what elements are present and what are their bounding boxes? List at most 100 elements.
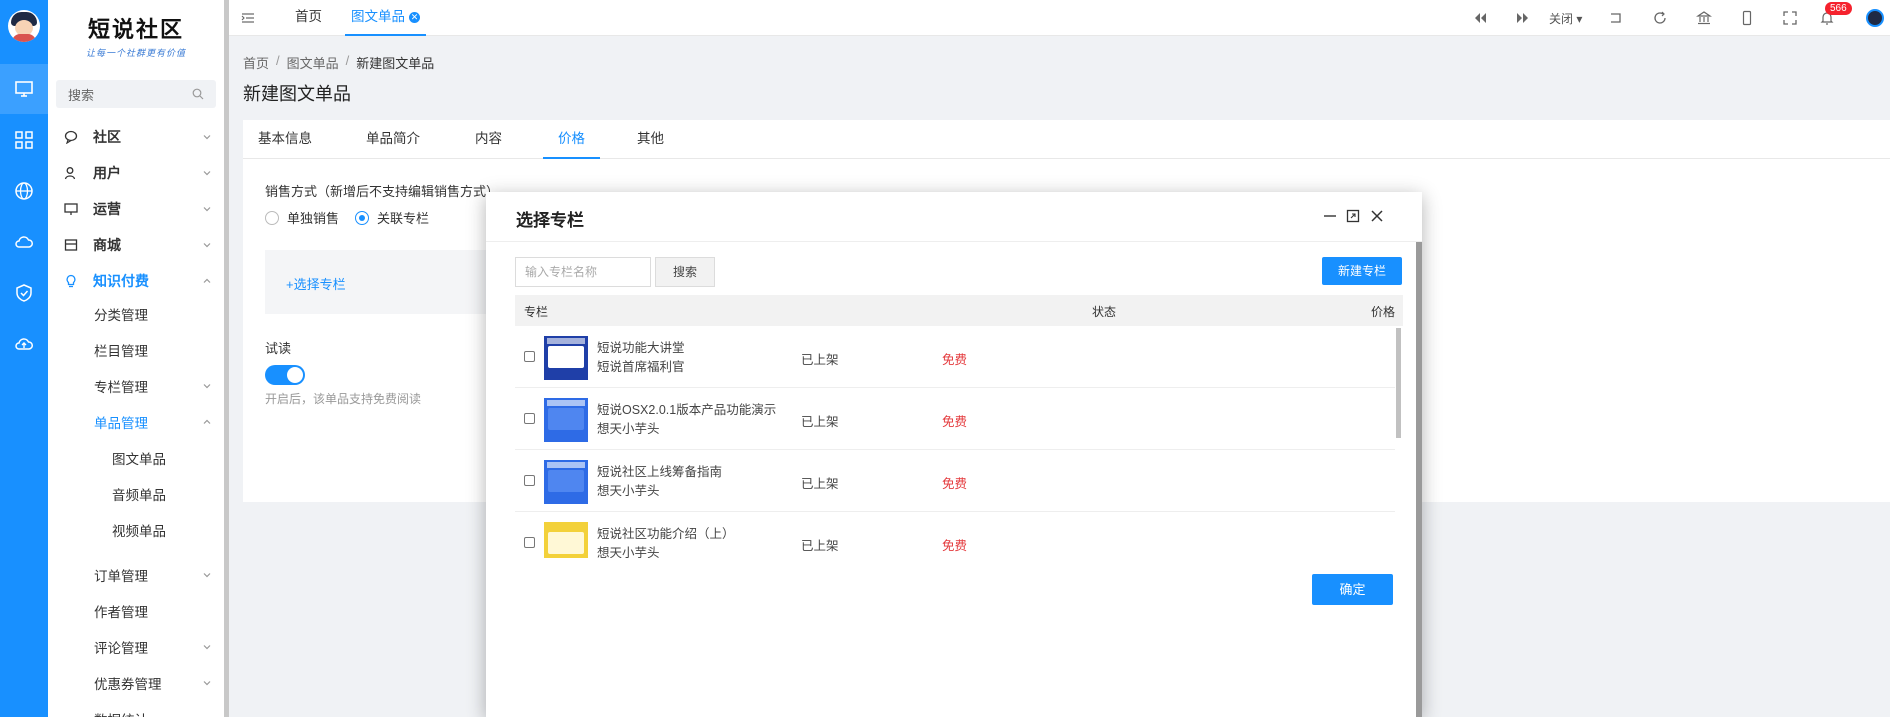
sidebar-item-comments[interactable]: 评论管理: [48, 632, 224, 662]
presentation-icon: [64, 203, 78, 215]
close-tabs-label: 关闭: [1549, 12, 1574, 26]
radio-linked-column[interactable]: 关联专栏: [355, 208, 429, 227]
tab-home[interactable]: 首页: [295, 0, 322, 36]
radio-circle: [355, 210, 369, 225]
table-row[interactable]: 短说功能大讲堂 短说首席福利官 已上架 免费: [515, 326, 1395, 388]
table-row[interactable]: 短说社区上线筹备指南 想天小芋头 已上架 免费: [515, 450, 1395, 512]
tab-close-icon[interactable]: ✕: [409, 11, 420, 23]
sidebar-item-single[interactable]: 单品管理: [48, 407, 224, 437]
row-checkbox[interactable]: [524, 475, 535, 486]
maximize-icon[interactable]: [1346, 209, 1360, 223]
scroll-right-icon[interactable]: [1515, 10, 1531, 26]
tab-intro[interactable]: 单品简介: [366, 120, 420, 159]
sidebar-item-section[interactable]: 栏目管理: [48, 335, 224, 365]
column-author: 想天小芋头: [597, 422, 660, 436]
table-row[interactable]: 短说社区功能介绍（上） 想天小芋头 已上架 免费: [515, 512, 1395, 558]
table-row[interactable]: 短说OSX2.0.1版本产品功能演示 想天小芋头 已上架 免费: [515, 388, 1395, 450]
sidebar-item-coupons[interactable]: 优惠券管理: [48, 668, 224, 698]
sidebar-item-audio[interactable]: 音频单品: [48, 479, 224, 509]
sidebar-item-label: 优惠券管理: [94, 677, 162, 692]
avatar[interactable]: [8, 10, 40, 42]
sale-mode-label: 销售方式（新增后不支持编辑销售方式）: [265, 184, 500, 199]
tab-basic-info[interactable]: 基本信息: [258, 120, 312, 159]
form-tabs: 基本信息 单品简介 内容 价格 其他: [243, 120, 1890, 159]
column-header-column: 专栏: [524, 305, 549, 319]
tab-other[interactable]: 其他: [637, 120, 664, 159]
scroll-left-icon[interactable]: [1472, 10, 1488, 26]
top-bar: 首页 图文单品 ✕ 关闭 ▾ 566: [229, 0, 1890, 36]
grid-icon[interactable]: [0, 115, 48, 165]
sidebar-search-label: 搜索: [68, 87, 95, 103]
dialog-title: 选择专栏: [516, 211, 584, 230]
row-checkbox[interactable]: [524, 537, 535, 548]
brand-slogan: 让每一个社群更有价值: [85, 48, 186, 58]
search-button[interactable]: 搜索: [655, 257, 715, 287]
breadcrumb-article-single[interactable]: 图文单品: [287, 53, 339, 72]
sidebar-item-column[interactable]: 专栏管理: [48, 371, 224, 401]
monitor-icon[interactable]: [0, 64, 48, 114]
sidebar-item-article[interactable]: 图文单品: [48, 443, 224, 473]
close-icon[interactable]: [1370, 209, 1384, 223]
sidebar-item-users[interactable]: 用户: [48, 158, 224, 188]
sidebar-item-authors[interactable]: 作者管理: [48, 596, 224, 626]
fold-menu-icon[interactable]: [241, 11, 255, 25]
column-search-input[interactable]: [515, 257, 651, 287]
fullscreen-icon[interactable]: [1782, 10, 1798, 26]
icon-rail: [0, 0, 48, 717]
mobile-icon[interactable]: [1739, 10, 1755, 26]
minimize-icon[interactable]: [1323, 209, 1337, 223]
new-column-button[interactable]: 新建专栏: [1322, 257, 1402, 285]
sidebar-item-community[interactable]: 社区: [48, 122, 224, 152]
trial-toggle[interactable]: [265, 365, 305, 385]
sidebar-item-video[interactable]: 视频单品: [48, 515, 224, 545]
sidebar-item-orders[interactable]: 订单管理: [48, 560, 224, 590]
confirm-button[interactable]: 确定: [1312, 574, 1393, 605]
close-tabs-dropdown[interactable]: 关闭 ▾: [1549, 10, 1582, 27]
brand-name: 短说社区: [87, 17, 184, 43]
cloud-icon[interactable]: [0, 217, 48, 267]
shield-icon[interactable]: [0, 268, 48, 318]
column-price: 免费: [942, 539, 968, 553]
refresh-icon[interactable]: [1652, 10, 1668, 26]
radio-single-sale[interactable]: 单独销售: [265, 208, 339, 227]
sidebar: 短说社区 让每一个社群更有价值 搜索 社区 用户 运营 商城 知识付费 分类管理…: [48, 0, 224, 717]
page-title: 新建图文单品: [243, 84, 351, 104]
breadcrumb-home[interactable]: 首页: [243, 53, 269, 72]
column-price: 免费: [942, 477, 968, 491]
sidebar-item-category[interactable]: 分类管理: [48, 299, 224, 329]
select-column-box: +选择专栏: [265, 250, 495, 314]
column-price: 免费: [942, 353, 968, 367]
row-checkbox[interactable]: [524, 351, 535, 362]
sidebar-item-mall[interactable]: 商城: [48, 230, 224, 260]
column-thumbnail: [544, 398, 588, 442]
tab-article-single[interactable]: 图文单品 ✕: [345, 0, 426, 36]
column-name: 短说OSX2.0.1版本产品功能演示 想天小芋头: [597, 401, 776, 439]
sidebar-item-knowledge-pay[interactable]: 知识付费: [48, 266, 224, 296]
sidebar-item-operations[interactable]: 运营: [48, 194, 224, 224]
sidebar-item-label: 视频单品: [112, 524, 166, 539]
tab-content[interactable]: 内容: [475, 120, 502, 159]
trial-hint: 开启后，该单品支持免费阅读: [265, 392, 422, 406]
column-thumbnail: [544, 460, 588, 504]
cloud-upload-icon[interactable]: [0, 319, 48, 369]
bank-icon[interactable]: [1696, 10, 1712, 26]
chat-icon: [64, 130, 78, 144]
column-status: 已上架: [801, 539, 839, 553]
select-column-link[interactable]: +选择专栏: [286, 274, 346, 293]
tab-price[interactable]: 价格: [543, 120, 600, 159]
column-status: 已上架: [801, 415, 839, 429]
chevron-up-icon: [203, 419, 211, 424]
user-avatar[interactable]: [1866, 9, 1884, 27]
row-checkbox[interactable]: [524, 413, 535, 424]
globe-icon[interactable]: [0, 166, 48, 216]
column-author: 想天小芋头: [597, 484, 660, 498]
table-body: 短说功能大讲堂 短说首席福利官 已上架 免费 短说OSX2.0.1版本产品功能演示…: [515, 326, 1403, 558]
table-scrollbar[interactable]: [1396, 328, 1401, 438]
back-icon[interactable]: [1608, 10, 1624, 26]
sidebar-item-stats[interactable]: 数据统计: [48, 704, 224, 717]
dialog-scrollbar[interactable]: [1416, 242, 1422, 717]
sidebar-scrollbar[interactable]: [224, 0, 229, 717]
sidebar-search[interactable]: 搜索: [56, 80, 216, 108]
search-icon: [192, 88, 204, 100]
chevron-down-icon: [203, 645, 211, 650]
